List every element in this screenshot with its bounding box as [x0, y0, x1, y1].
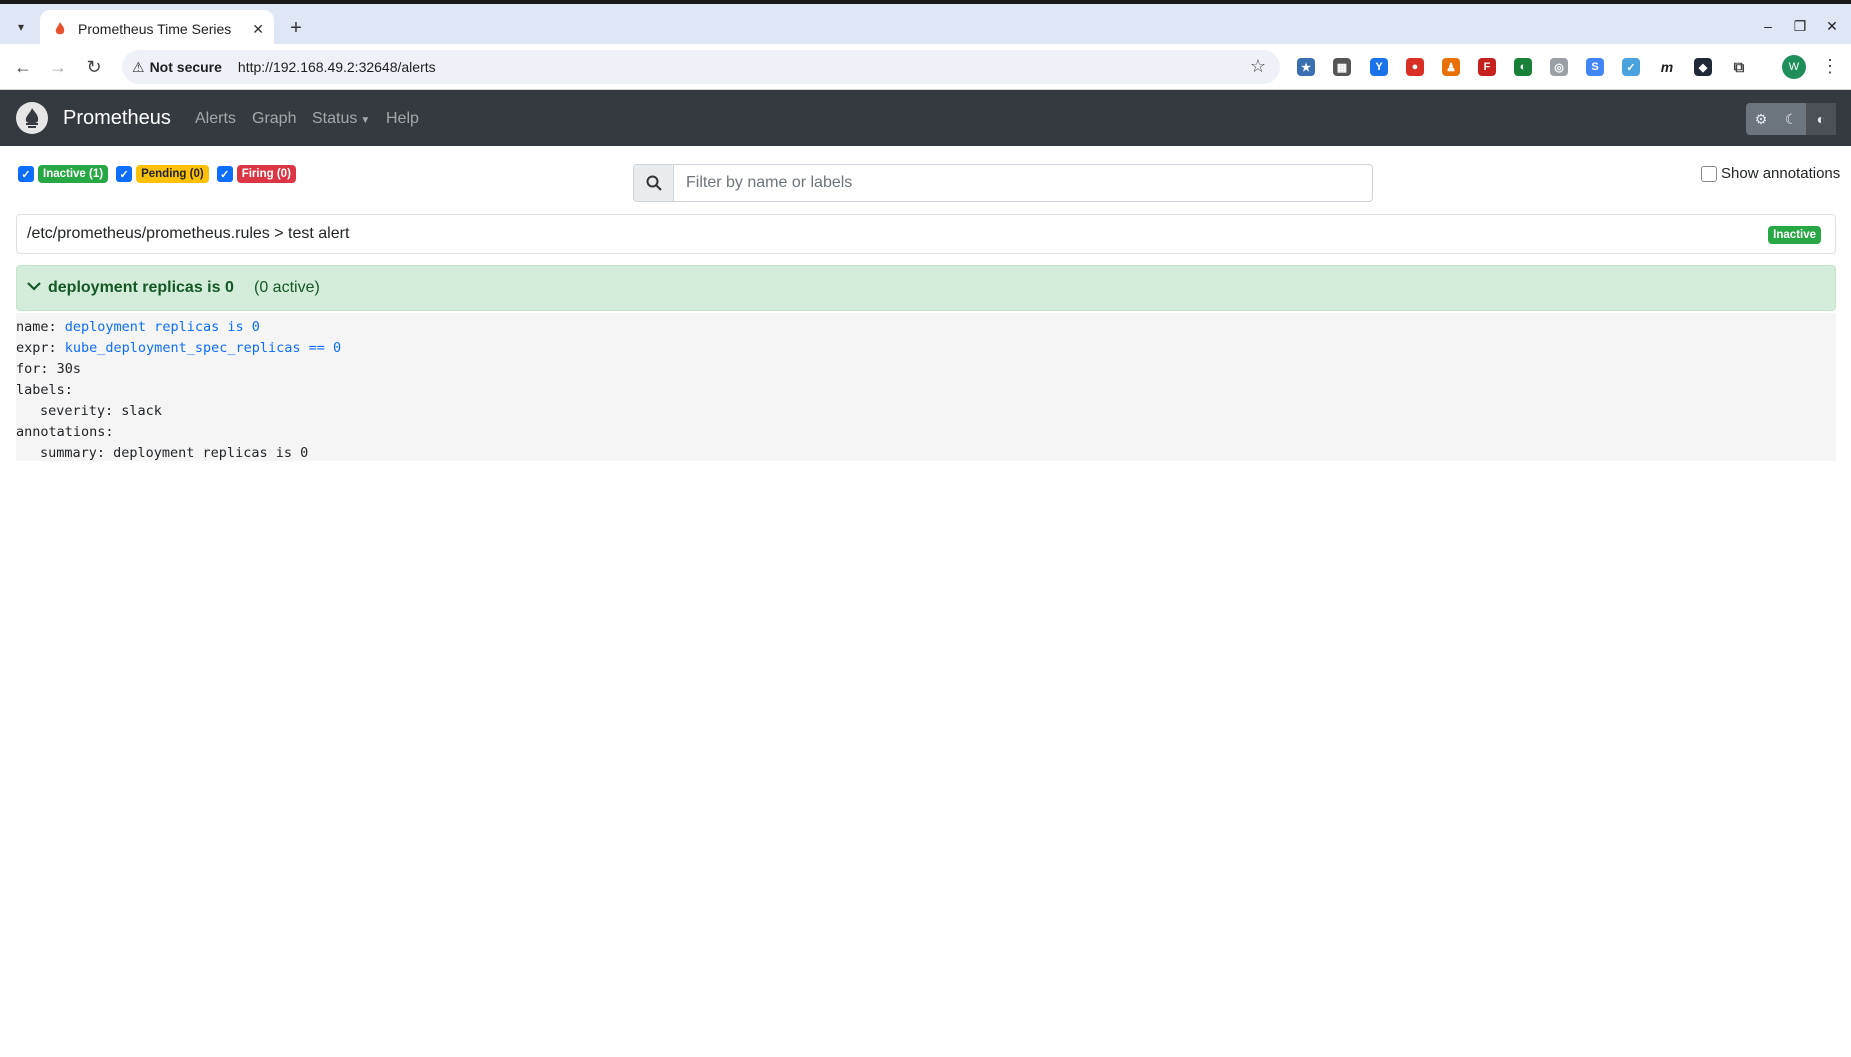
- rule-summary-annotation: summary: deployment replicas is 0: [40, 445, 309, 461]
- chevron-down-icon: [27, 278, 41, 296]
- show-annotations-checkbox[interactable]: [1701, 165, 1717, 182]
- extension-icon[interactable]: F: [1478, 58, 1496, 76]
- rule-expr-link[interactable]: kube_deployment_spec_replicas == 0: [65, 340, 341, 356]
- alert-active-count: (0 active): [254, 279, 320, 296]
- tab-close-icon[interactable]: ✕: [252, 21, 264, 38]
- prometheus-favicon-icon: [52, 21, 68, 37]
- extension-icon[interactable]: ★: [1297, 58, 1315, 76]
- minimize-icon[interactable]: –: [1756, 16, 1780, 36]
- forward-arrow-icon[interactable]: →: [45, 54, 71, 80]
- rule-name-link[interactable]: deployment replicas is 0: [65, 319, 260, 335]
- prometheus-logo-icon[interactable]: [16, 102, 48, 134]
- rule-name-line: name: deployment replicas is 0: [16, 317, 1836, 338]
- nav-link-help[interactable]: Help: [386, 110, 419, 128]
- alert-rule-definition: name: deployment replicas is 0 expr: kub…: [16, 313, 1836, 461]
- alert-rule-toggle[interactable]: deployment replicas is 0 (0 active): [16, 265, 1836, 311]
- url-text[interactable]: http://192.168.49.2:32648/alerts: [238, 59, 436, 75]
- browser-menu-icon[interactable]: ⋮: [1820, 56, 1840, 77]
- restore-icon[interactable]: ❐: [1788, 16, 1812, 36]
- browser-toolbar: ← → ↻ ⚠ Not secure http://192.168.49.2:3…: [0, 44, 1851, 90]
- extension-icon[interactable]: Y: [1370, 58, 1388, 76]
- extensions-puzzle-icon[interactable]: ⧉: [1730, 58, 1748, 76]
- rule-for-line: for: 30s: [16, 361, 82, 377]
- extension-icon[interactable]: ●: [1406, 58, 1424, 76]
- rule-labels-key: labels:: [16, 382, 73, 398]
- inactive-filter-checkbox[interactable]: ✓: [18, 166, 34, 182]
- inactive-filter-badge[interactable]: Inactive (1): [38, 165, 109, 183]
- pending-filter-checkbox[interactable]: ✓: [116, 166, 133, 182]
- extension-icon[interactable]: ♟: [1442, 58, 1460, 76]
- dark-theme-moon-icon[interactable]: ☾: [1776, 103, 1806, 135]
- new-tab-button[interactable]: +: [284, 16, 308, 40]
- bookmark-star-icon[interactable]: ☆: [1250, 56, 1266, 77]
- auto-theme-contrast-icon[interactable]: ◐: [1806, 103, 1836, 135]
- security-label[interactable]: Not secure: [150, 59, 222, 75]
- caret-down-icon: ▼: [360, 115, 371, 126]
- theme-toggle-group: ⚙ ☾ ◐: [1746, 103, 1836, 135]
- show-annotations-label: Show annotations: [1721, 165, 1841, 182]
- light-theme-gear-icon[interactable]: ⚙: [1746, 103, 1776, 135]
- search-input[interactable]: [674, 164, 1373, 202]
- tab-title: Prometheus Time Series: [78, 21, 232, 37]
- show-annotations-toggle[interactable]: Show annotations: [1701, 165, 1840, 182]
- nav-link-graph[interactable]: Graph: [252, 110, 296, 128]
- firing-filter-badge[interactable]: Firing (0): [236, 165, 296, 183]
- warning-icon: ⚠: [132, 58, 145, 75]
- qr-extension-icon[interactable]: ▦: [1333, 58, 1351, 76]
- browser-tab[interactable]: Prometheus Time Series ✕: [40, 10, 274, 48]
- rule-severity-label: severity: slack: [40, 403, 162, 419]
- status-badge: Inactive: [1768, 226, 1821, 244]
- extension-icon[interactable]: S: [1586, 58, 1604, 76]
- back-arrow-icon[interactable]: ←: [10, 54, 36, 80]
- address-bar[interactable]: ⚠ Not secure http://192.168.49.2:32648/a…: [122, 50, 1280, 84]
- rule-group-path: /etc/prometheus/prometheus.rules > test …: [27, 225, 350, 242]
- extension-icon[interactable]: ◆: [1694, 58, 1712, 76]
- alert-rule-name: deployment replicas is 0: [48, 279, 234, 296]
- extension-icon[interactable]: m: [1658, 58, 1676, 76]
- rule-annotations-key: annotations:: [16, 424, 114, 440]
- tab-search-button[interactable]: ▾: [8, 14, 34, 40]
- state-filters: ✓ Inactive (1) ✓ Pending (0) ✓ Firing (0…: [18, 165, 300, 183]
- profile-avatar[interactable]: W: [1782, 55, 1806, 79]
- extension-icon[interactable]: ◐: [1514, 58, 1532, 76]
- extension-icon[interactable]: ✓: [1622, 58, 1640, 76]
- rule-group-header: /etc/prometheus/prometheus.rules > test …: [16, 214, 1836, 254]
- search-icon: [633, 164, 674, 202]
- extension-icon[interactable]: ◎: [1550, 58, 1568, 76]
- firing-filter-checkbox[interactable]: ✓: [216, 166, 233, 182]
- name-key: name:: [16, 319, 57, 335]
- pending-filter-badge[interactable]: Pending (0): [136, 165, 209, 183]
- expr-key: expr:: [16, 340, 57, 356]
- brand-name[interactable]: Prometheus: [63, 107, 171, 130]
- nav-link-alerts[interactable]: Alerts: [195, 110, 236, 128]
- nav-link-status[interactable]: Status ▼: [312, 110, 370, 128]
- rule-expr-line: expr: kube_deployment_spec_replicas == 0: [16, 338, 1836, 359]
- filter-search: [633, 164, 1373, 202]
- window-close-icon[interactable]: ✕: [1820, 16, 1844, 36]
- status-label: Status: [312, 110, 358, 127]
- reload-icon[interactable]: ↻: [81, 54, 107, 80]
- prometheus-navbar: Prometheus Alerts Graph Status ▼ Help ⚙ ☾…: [0, 90, 1851, 146]
- browser-tab-strip: ▾ Prometheus Time Series ✕ + – ❐ ✕: [0, 0, 1851, 48]
